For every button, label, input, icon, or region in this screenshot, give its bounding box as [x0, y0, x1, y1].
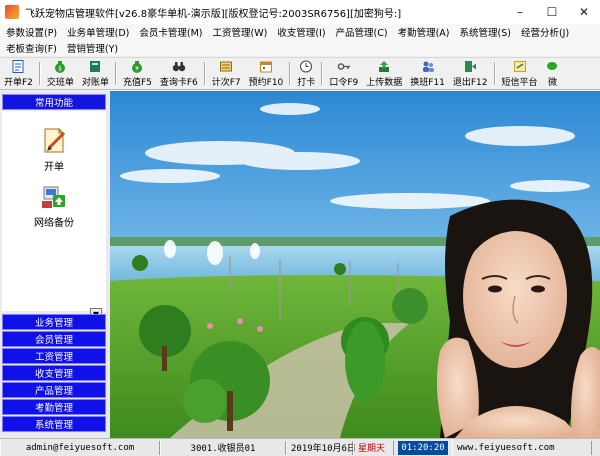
- sms-platform-button[interactable]: 短信平台: [498, 58, 542, 89]
- wechat-label: 微: [548, 77, 558, 88]
- status-weekday: 星期天: [353, 440, 394, 455]
- key-icon: [337, 62, 350, 70]
- coin-bag-icon: ¥: [132, 60, 143, 73]
- toolbar-separator: [38, 62, 41, 85]
- category-business-management[interactable]: 业务管理: [2, 314, 106, 330]
- menu-business-analysis[interactable]: 经营分析(J): [521, 25, 569, 39]
- money-bag-icon: $: [55, 60, 66, 73]
- menu-row-1: 参数设置(P) 业务单管理(D) 会员卡管理(M) 工资管理(W) 收支管理(I…: [0, 24, 600, 40]
- change-shift-button[interactable]: 换班F11: [406, 58, 449, 89]
- statement-button[interactable]: 对账单: [78, 58, 113, 89]
- exit-label: 退出F12: [452, 77, 488, 88]
- woman-portrait: [436, 199, 600, 438]
- category-attendance-management[interactable]: 考勤管理: [2, 399, 106, 415]
- menu-row-2: 老板查询(F) 营销管理(Y): [0, 40, 600, 56]
- window-title: 飞跃宠物店管理软件[v26.8豪华单机-演示版][版权登记号:2003SR675…: [25, 8, 402, 20]
- category-income-expense-management[interactable]: 收支管理: [2, 365, 106, 381]
- appointment-label: 预约F10: [248, 77, 284, 88]
- status-bar: admin@feiyuesoft.com 3001.收银员01 2019年10月…: [0, 438, 600, 456]
- menu-attendance[interactable]: 考勤管理(A): [398, 25, 450, 39]
- common-functions-header[interactable]: 常用功能: [2, 94, 106, 110]
- open-bill-button[interactable]: 开单F2: [0, 58, 37, 89]
- network-backup-icon: [42, 186, 65, 208]
- count-label: 计次F7: [211, 77, 241, 88]
- toolbar-separator: [203, 62, 206, 85]
- category-member-management[interactable]: 会员管理: [2, 331, 106, 347]
- menu-bar: 参数设置(P) 业务单管理(D) 会员卡管理(M) 工资管理(W) 收支管理(I…: [0, 24, 600, 56]
- status-email: admin@feiyuesoft.com: [0, 440, 160, 455]
- menu-salary[interactable]: 工资管理(W): [213, 25, 268, 39]
- open-bill-shortcut-label: 开单: [44, 162, 64, 173]
- network-backup-shortcut-label: 网络备份: [34, 218, 74, 229]
- appointment-button[interactable]: 预约F10: [245, 58, 288, 89]
- count-button[interactable]: 计次F7: [208, 58, 245, 89]
- title-bar: 飞跃宠物店管理软件[v26.8豪华单机-演示版][版权登记号:2003SR675…: [0, 0, 600, 24]
- recharge-label: 充值F5: [122, 77, 152, 88]
- upload-data-button[interactable]: 上传数据: [362, 58, 406, 89]
- sms-platform-label: 短信平台: [501, 77, 538, 88]
- menu-system[interactable]: 系统管理(S): [460, 25, 511, 39]
- open-bill-icon: [44, 127, 66, 153]
- change-shift-label: 换班F11: [410, 77, 445, 88]
- document-icon: [12, 59, 24, 73]
- upload-icon: [379, 60, 390, 72]
- query-card-label: 查询卡F6: [159, 77, 198, 88]
- menu-business-orders[interactable]: 业务单管理(D): [67, 25, 129, 39]
- upload-data-label: 上传数据: [366, 77, 403, 88]
- background-landscape-image: [110, 91, 600, 438]
- calendar-icon: [259, 61, 272, 72]
- exit-button[interactable]: 退出F12: [449, 58, 492, 89]
- swap-user-icon: [422, 61, 434, 72]
- toolbar-separator: [493, 62, 496, 85]
- clock-in-button[interactable]: 打卡: [293, 58, 319, 89]
- open-bill-label: 开单F2: [4, 77, 33, 88]
- wechat-button[interactable]: 微: [542, 58, 564, 89]
- shift-handover-button[interactable]: $ 交班单: [43, 58, 78, 89]
- password-label: 口令F9: [329, 77, 359, 88]
- binoculars-icon: [172, 61, 185, 71]
- common-functions-list: 开单 网络备份 ▼: [2, 111, 106, 320]
- clock-icon: [300, 60, 313, 72]
- maximize-button[interactable]: ☐: [536, 0, 568, 24]
- left-panel: 常用功能 开单 网络备份 ▼ 业务管理 会员管理 工资管理 收支管理 产品管理: [0, 91, 110, 438]
- query-card-button[interactable]: 查询卡F6: [156, 58, 202, 89]
- status-time: 01:20:20: [398, 440, 448, 455]
- sms-icon: [513, 60, 526, 72]
- counter-icon: [220, 61, 233, 71]
- wechat-icon: [546, 61, 557, 70]
- ledger-icon: [90, 60, 101, 72]
- password-button[interactable]: 口令F9: [325, 58, 362, 89]
- menu-param-settings[interactable]: 参数设置(P): [6, 25, 57, 39]
- svg-text:¥: ¥: [135, 65, 139, 72]
- category-salary-management[interactable]: 工资管理: [2, 348, 106, 364]
- toolbar-separator: [114, 62, 117, 85]
- recharge-button[interactable]: ¥ 充值F5: [119, 58, 156, 89]
- menu-marketing[interactable]: 营销管理(Y): [67, 41, 118, 55]
- statement-label: 对账单: [81, 77, 109, 88]
- menu-products[interactable]: 产品管理(C): [336, 25, 388, 39]
- category-product-management[interactable]: 产品管理: [2, 382, 106, 398]
- menu-income-expense[interactable]: 收支管理(I): [277, 25, 325, 39]
- toolbar: 开单F2 $ 交班单 对账单 ¥ 充值F5 查询卡F6 计次F7 预约F10 打…: [0, 57, 600, 90]
- open-bill-shortcut[interactable]: 开单: [2, 125, 106, 173]
- status-date: 2019年10月6日: [286, 440, 356, 455]
- app-logo-icon: [5, 5, 19, 19]
- minimize-button[interactable]: –: [504, 0, 536, 24]
- category-system-management[interactable]: 系统管理: [2, 416, 106, 432]
- landscape-illustration: [110, 91, 600, 438]
- network-backup-shortcut[interactable]: 网络备份: [2, 181, 106, 229]
- close-button[interactable]: ✕: [568, 0, 600, 24]
- toolbar-separator: [289, 62, 292, 85]
- status-cashier: 3001.收银员01: [160, 440, 286, 455]
- shift-handover-label: 交班单: [46, 77, 74, 88]
- svg-text:$: $: [58, 65, 62, 72]
- toolbar-separator: [321, 62, 324, 85]
- status-website: www.feiyuesoft.com: [452, 440, 592, 455]
- exit-icon: [465, 60, 477, 72]
- menu-member-cards[interactable]: 会员卡管理(M): [139, 25, 202, 39]
- clock-in-label: 打卡: [297, 77, 316, 88]
- menu-boss-query[interactable]: 老板查询(F): [6, 41, 57, 55]
